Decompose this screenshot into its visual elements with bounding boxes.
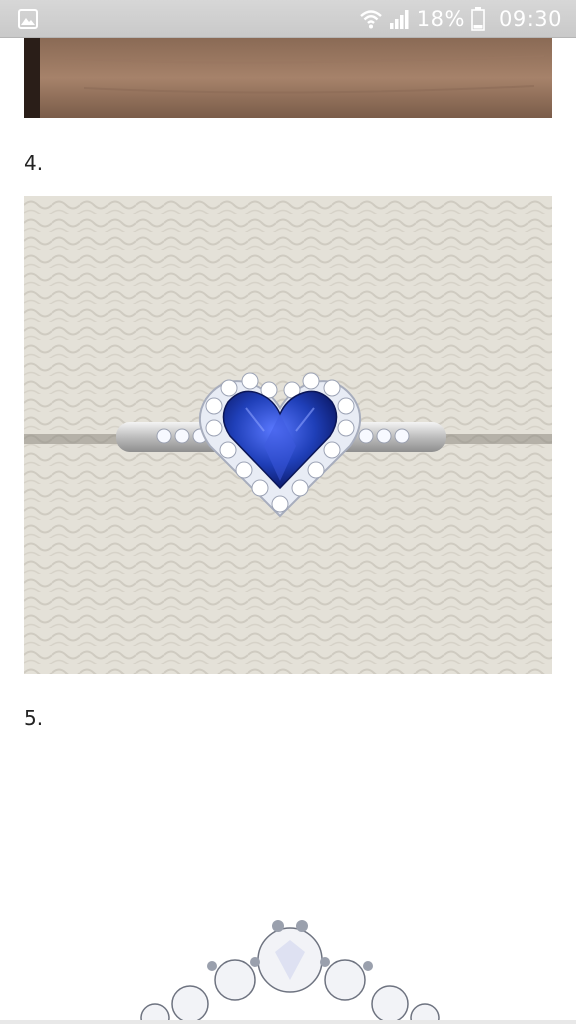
wifi-icon: [359, 10, 382, 29]
bottom-divider: [0, 1020, 576, 1024]
ring-photo-4[interactable]: [24, 196, 552, 674]
battery-percent: 18%: [416, 7, 465, 31]
heart-ring-image: [24, 196, 552, 674]
gallery-icon: [18, 9, 38, 29]
status-bar: 18% 09:30: [0, 0, 576, 38]
clock: 09:30: [498, 7, 562, 31]
status-bar-right: 18% 09:30: [359, 0, 562, 38]
diamond-ring-image: [100, 900, 480, 1024]
ring-photo-5[interactable]: [100, 900, 480, 1024]
skin-image: [24, 38, 552, 118]
battery-icon: [471, 7, 485, 31]
ring-photo-3[interactable]: [24, 38, 552, 118]
item-label-4: 4.: [24, 151, 44, 175]
signal-icon: [389, 10, 409, 29]
item-label-5: 5.: [24, 706, 44, 730]
